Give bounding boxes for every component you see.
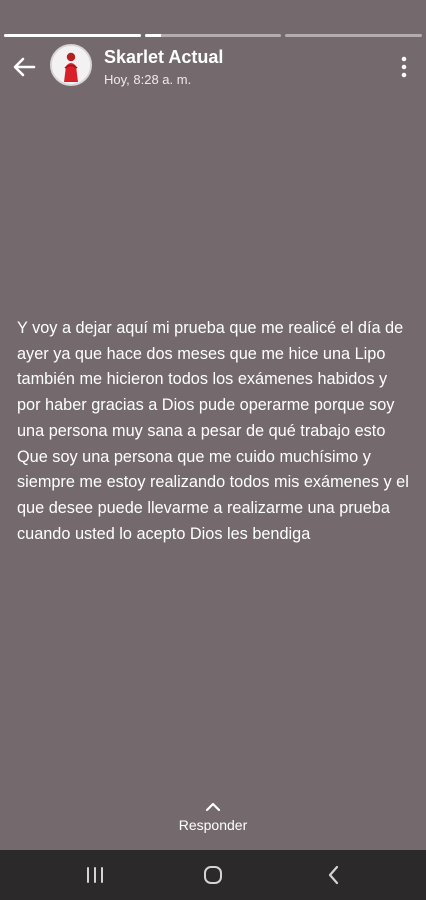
story-text: Y voy a dejar aquí mi prueba que me real… bbox=[17, 319, 409, 543]
progress-segment-3 bbox=[285, 34, 423, 37]
progress-segment-1 bbox=[4, 34, 141, 37]
progress-segment-2 bbox=[144, 34, 282, 37]
home-icon[interactable] bbox=[201, 863, 225, 887]
arrow-left-icon[interactable] bbox=[10, 53, 38, 81]
chevron-up-icon bbox=[205, 802, 221, 812]
story-timestamp: Hoy, 8:28 a. m. bbox=[104, 72, 192, 87]
back-icon[interactable] bbox=[322, 863, 346, 887]
profile-photo bbox=[52, 46, 90, 84]
story-progress-bar bbox=[4, 34, 423, 38]
story-user-name[interactable]: Skarlet Actual bbox=[104, 47, 223, 68]
more-vertical-icon[interactable] bbox=[396, 54, 412, 80]
story-header: Skarlet Actual Hoy, 8:28 a. m. bbox=[0, 42, 426, 92]
reply-label: Responder bbox=[178, 817, 248, 833]
recent-apps-icon[interactable] bbox=[83, 863, 107, 887]
reply-button[interactable]: Responder bbox=[0, 801, 426, 833]
system-navigation-bar bbox=[0, 850, 426, 900]
avatar[interactable] bbox=[50, 44, 92, 86]
